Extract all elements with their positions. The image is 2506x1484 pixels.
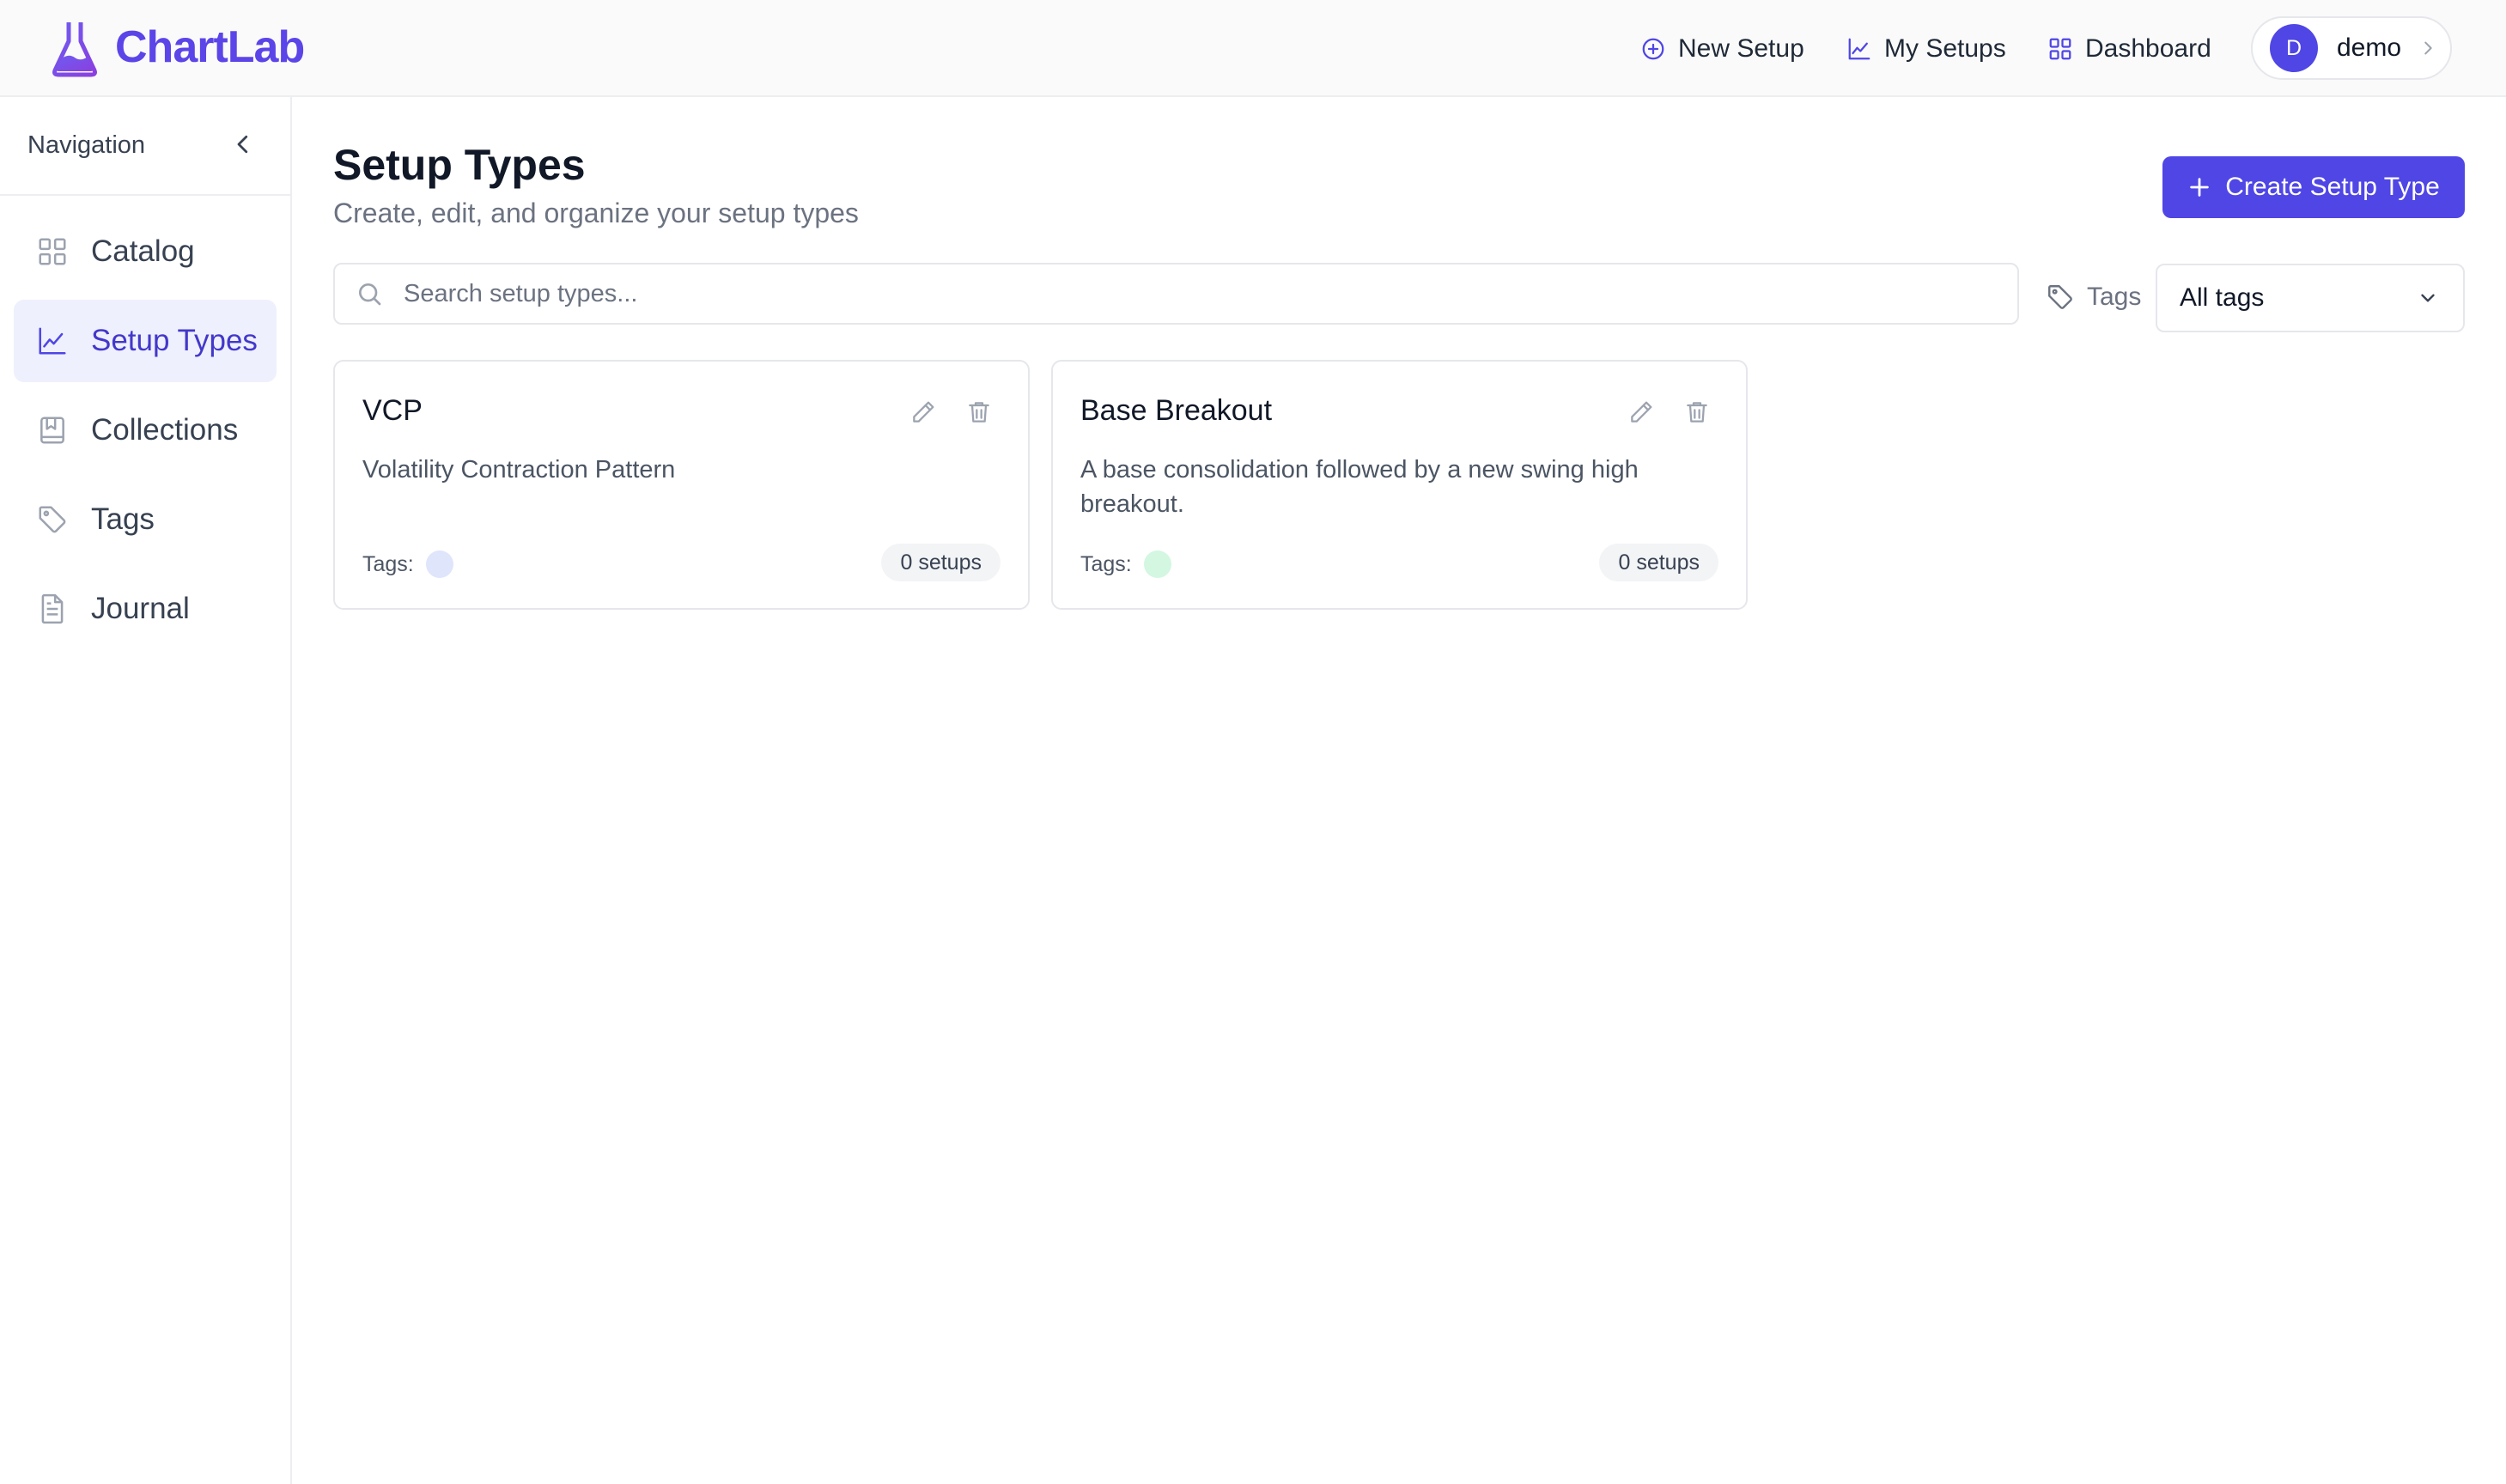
setup-type-card[interactable]: VCP Volatility Contraction Pattern Tags:…	[333, 360, 1030, 610]
card-description: Volatility Contraction Pattern	[362, 456, 676, 484]
tag-icon	[2048, 285, 2072, 309]
nav-my-setups[interactable]: My Setups	[1846, 24, 2006, 74]
flask-icon	[52, 18, 97, 77]
sidebar-item-journal[interactable]: Journal	[14, 568, 277, 650]
tags-filter-select[interactable]: All tags	[2156, 264, 2465, 332]
trash-icon[interactable]	[965, 398, 993, 426]
sidebar-item-label: Journal	[91, 592, 190, 625]
chevron-left-icon[interactable]	[230, 131, 256, 157]
user-name: demo	[2337, 33, 2402, 62]
card-tags: Tags:	[1080, 549, 1171, 580]
page-subtitle: Create, edit, and organize your setup ty…	[333, 198, 859, 228]
setup-type-card[interactable]: Base Breakout A base consolidation follo…	[1051, 360, 1748, 610]
card-tags-label: Tags:	[1080, 551, 1132, 576]
grid-icon	[2049, 38, 2071, 60]
search-box	[333, 263, 2019, 325]
sidebar: Navigation Catalog Setup Types Collectio…	[0, 97, 292, 1484]
nav-my-setups-label: My Setups	[1884, 34, 2006, 63]
tag-dot	[425, 550, 453, 578]
chevron-right-icon	[2424, 41, 2432, 55]
bookmark-book-icon	[40, 417, 64, 444]
tags-filter-text: Tags	[2087, 283, 2142, 311]
trash-icon[interactable]	[1683, 398, 1711, 426]
card-description: A base consolidation followed by a new s…	[1080, 456, 1639, 518]
sidebar-title: Navigation	[27, 131, 146, 159]
setup-count-badge: 0 setups	[1599, 544, 1718, 581]
plus-circle-icon	[1642, 38, 1664, 60]
sidebar-item-label: Collections	[91, 413, 239, 447]
tag-icon	[39, 506, 66, 533]
sidebar-item-label: Tags	[91, 502, 155, 536]
card-tags: Tags:	[362, 549, 453, 580]
page-title: Setup Types	[333, 141, 586, 189]
line-chart-icon	[1848, 38, 1870, 60]
card-title: Base Breakout	[1080, 394, 1273, 427]
create-setup-type-button[interactable]: Create Setup Type	[2162, 156, 2465, 218]
line-chart-icon	[39, 327, 66, 355]
tags-filter-value: All tags	[2180, 283, 2265, 312]
sidebar-item-tags[interactable]: Tags	[14, 478, 277, 561]
search-input[interactable]	[404, 279, 1949, 308]
sidebar-item-label: Catalog	[91, 234, 195, 268]
sidebar-item-catalog[interactable]: Catalog	[14, 210, 277, 293]
app-logo[interactable]: ChartLab	[52, 17, 305, 77]
sidebar-item-label: Setup Types	[91, 324, 258, 357]
tag-dot	[1143, 550, 1171, 578]
document-icon	[41, 593, 64, 624]
nav-new-setup-label: New Setup	[1678, 34, 1804, 63]
nav-dashboard[interactable]: Dashboard	[2047, 24, 2211, 74]
nav-dashboard-label: Dashboard	[2085, 34, 2211, 63]
top-header: ChartLab New Setup My Setups Dashboard D…	[0, 0, 2506, 97]
chevron-down-icon	[2421, 294, 2435, 302]
sidebar-header: Navigation	[0, 97, 290, 196]
plus-icon	[2190, 178, 2209, 197]
search-icon	[359, 283, 381, 306]
sidebar-item-setup-types[interactable]: Setup Types	[14, 300, 277, 382]
card-title: VCP	[362, 394, 423, 427]
avatar: D	[2270, 24, 2318, 72]
sidebar-item-collections[interactable]: Collections	[14, 389, 277, 471]
card-tags-label: Tags:	[362, 551, 414, 576]
app-name: ChartLab	[115, 22, 305, 72]
create-setup-type-label: Create Setup Type	[2225, 173, 2440, 201]
nav-new-setup[interactable]: New Setup	[1640, 24, 1804, 74]
grid-icon	[39, 238, 66, 265]
edit-pencil-icon[interactable]	[1627, 398, 1655, 426]
setup-count-badge: 0 setups	[881, 544, 1001, 581]
edit-pencil-icon[interactable]	[909, 398, 937, 426]
tags-filter-label: Tags	[2046, 280, 2141, 314]
user-menu-button[interactable]: D demo	[2251, 16, 2452, 80]
